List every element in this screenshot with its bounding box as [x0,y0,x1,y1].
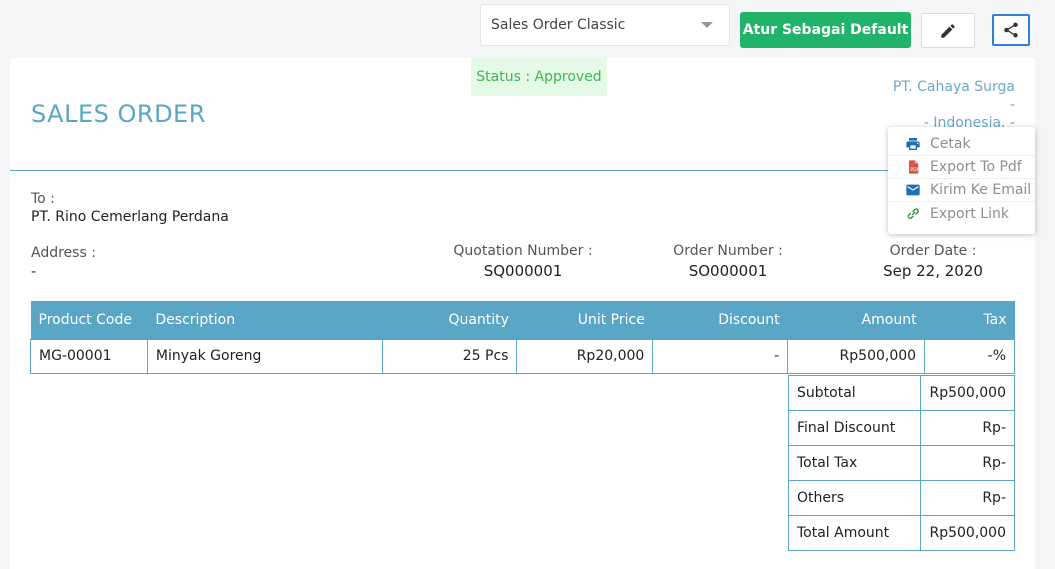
document-title: SALES ORDER [31,100,206,128]
pdf-icon: PDF [904,158,922,176]
unit-price-cell: Rp20,000 [516,338,654,374]
pencil-icon [941,23,955,38]
order-number-block: Order Number : SO000001 [668,243,788,280]
order-date: Sep 22, 2020 [883,262,983,280]
quotation-number-label: Quotation Number : [453,243,593,259]
totals-label: Final Discount [787,410,922,446]
quotation-number: SQ000001 [483,262,563,280]
quotation-number-block: Quotation Number : SQ000001 [453,243,593,280]
totals-row: Total Amount Rp500,000 [787,515,1015,551]
menu-item-label: Export To Pdf [930,159,1022,175]
column-header: Amount [787,301,925,339]
column-header: Discount [652,301,788,339]
totals-table: Subtotal Rp500,000 Final Discount Rp- To… [787,375,1015,551]
company-line-2: - [1009,97,1015,113]
menu-item-print[interactable]: Cetak [888,133,1035,156]
totals-value: Rp- [920,445,1015,481]
chevron-down-icon [701,22,713,28]
customer-name: PT. Rino Cemerlang Perdana [31,209,229,225]
column-header: Tax [924,301,1015,339]
order-number-label: Order Number : [673,243,783,259]
printer-icon [904,135,922,153]
product-code-cell: MG-00001 [30,338,148,374]
company-name: PT. Cahaya Surga [892,79,1015,95]
totals-value: Rp- [920,480,1015,516]
menu-item-send-email[interactable]: Kirim Ke Email [888,179,1035,202]
share-icon [1004,22,1018,38]
totals-label: Others [787,480,922,516]
totals-value: Rp- [920,410,1015,446]
order-date-label: Order Date : [889,243,977,259]
totals-row: Total Tax Rp- [787,445,1015,481]
table-row: MG-00001 Minyak Goreng 25 Pcs Rp20,000 -… [30,338,1015,374]
totals-row: Subtotal Rp500,000 [787,375,1015,411]
header-divider [10,170,1035,171]
table-header-row: Product Code Description Quantity Unit P… [30,301,1015,339]
menu-item-export-pdf[interactable]: PDF Export To Pdf [888,156,1035,179]
description-cell: Minyak Goreng [146,338,383,374]
sales-order-document: Status : Approved SALES ORDER PT. Cahaya… [10,58,1035,569]
share-button[interactable] [992,14,1030,46]
template-select[interactable]: Sales Order Classic [480,4,730,46]
discount-cell: - [652,338,789,374]
totals-row: Others Rp- [787,480,1015,516]
totals-value: Rp500,000 [920,375,1015,411]
edit-button[interactable] [921,13,975,48]
status-badge: Status : Approved [471,58,607,96]
svg-text:PDF: PDF [910,167,919,173]
amount-cell: Rp500,000 [787,338,926,374]
to-label: To : [31,191,55,207]
column-header: Description [147,301,383,339]
menu-item-label: Export Link [930,205,1009,222]
column-header: Quantity [382,301,517,339]
address-label: Address : [31,245,96,261]
menu-item-export-link[interactable]: Export Link [888,202,1035,225]
tax-cell: -% [924,338,1015,374]
items-table: Product Code Description Quantity Unit P… [30,301,1015,374]
link-icon [904,205,922,223]
totals-label: Total Tax [787,445,922,481]
menu-item-label: Kirim Ke Email [930,182,1032,198]
toolbar: Sales Order Classic Atur Sebagai Default [0,0,1055,58]
order-number: SO000001 [688,262,768,280]
totals-label: Total Amount [787,515,922,551]
totals-row: Final Discount Rp- [787,410,1015,446]
totals-label: Subtotal [787,375,922,411]
order-date-block: Order Date : Sep 22, 2020 [868,243,998,280]
column-header: Unit Price [516,301,653,339]
column-header: Product Code [30,301,148,339]
email-icon [904,181,922,199]
quantity-cell: 25 Pcs [381,338,518,374]
template-select-value: Sales Order Classic [491,17,626,33]
address-value: - [31,264,37,280]
menu-item-label: Cetak [930,136,971,152]
totals-value: Rp500,000 [920,515,1015,551]
share-menu: Cetak PDF Export To Pdf Kirim Ke Email E… [888,127,1035,234]
company-info: PT. Cahaya Surga - - Indonesia, - [893,78,1015,132]
set-default-button[interactable]: Atur Sebagai Default [740,12,911,48]
